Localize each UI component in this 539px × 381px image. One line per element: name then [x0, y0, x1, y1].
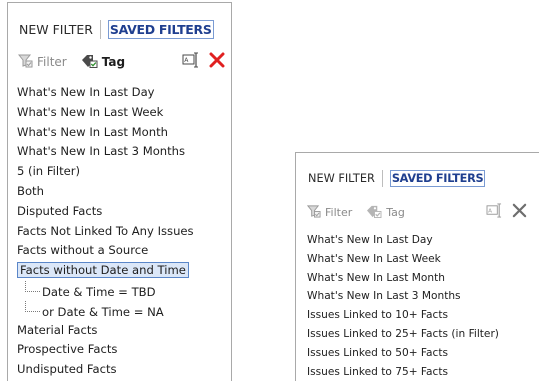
tag-button-label: Tag — [386, 206, 405, 219]
list-item[interactable]: What's New In Last Month — [17, 123, 194, 143]
filter-toolbar: Filter Tag — [17, 53, 125, 71]
list-item-selected[interactable]: Facts without Date and Time — [17, 261, 194, 281]
tab-saved-filters[interactable]: SAVED FILTERS — [107, 20, 214, 39]
toolbar-right-actions: A — [182, 52, 225, 72]
filter-button[interactable]: Filter — [306, 204, 353, 221]
list-item[interactable]: What's New In Last Day — [17, 83, 194, 103]
tag-check-icon — [81, 53, 98, 71]
list-item[interactable]: What's New In Last Month — [307, 269, 499, 288]
list-item[interactable]: What's New In Last 3 Months — [17, 142, 194, 162]
funnel-check-icon — [306, 204, 321, 221]
toolbar-right-actions: A — [486, 203, 527, 222]
tab-new-filter[interactable]: NEW FILTER — [19, 22, 93, 37]
tag-button[interactable]: Tag — [81, 53, 125, 71]
saved-filters-panel-disabled: NEW FILTER SAVED FILTERS Filter Tag A Wh… — [295, 152, 539, 381]
list-item[interactable]: Undisputed Facts — [17, 360, 194, 380]
x-delete-icon[interactable] — [512, 203, 527, 222]
list-item[interactable]: What's New In Last 3 Months — [307, 287, 499, 306]
list-item[interactable]: Disputed Facts — [17, 202, 194, 222]
tag-button-label: Tag — [101, 55, 126, 69]
list-item[interactable]: Facts Not Linked To Any Issues — [17, 222, 194, 242]
svg-text:A: A — [488, 208, 492, 214]
filter-button-label: Filter — [37, 55, 67, 69]
filter-toolbar: Filter Tag — [306, 204, 405, 221]
tab-divider — [99, 20, 101, 39]
saved-filters-panel-enabled: NEW FILTER SAVED FILTERS Filter Tag A Wh… — [7, 2, 232, 381]
rename-field-icon[interactable]: A — [486, 203, 503, 222]
filter-button[interactable]: Filter — [17, 53, 67, 71]
list-item[interactable]: What's New In Last Week — [307, 250, 499, 269]
filter-tabs: NEW FILTER SAVED FILTERS — [308, 170, 486, 187]
x-delete-icon[interactable] — [209, 52, 225, 72]
tab-saved-filters[interactable]: SAVED FILTERS — [389, 170, 486, 187]
rename-field-icon[interactable]: A — [182, 52, 200, 72]
list-item[interactable]: Both — [17, 182, 194, 202]
saved-filter-list: What's New In Last Day What's New In Las… — [17, 83, 194, 380]
list-item[interactable]: What's New In Last Week — [17, 103, 194, 123]
list-item[interactable]: What's New In Last Day — [307, 231, 499, 250]
tab-new-filter[interactable]: NEW FILTER — [308, 172, 375, 185]
tree-connector — [25, 300, 40, 312]
list-item[interactable]: Issues Linked to 75+ Facts — [307, 363, 499, 381]
list-item[interactable]: Issues Linked to 50+ Facts — [307, 344, 499, 363]
tree-connector — [25, 280, 40, 292]
list-item-criterion: Date & Time = TBD — [17, 280, 194, 301]
tag-check-icon — [366, 204, 382, 221]
list-item[interactable]: Issues Linked to 25+ Facts (in Filter) — [307, 325, 499, 344]
list-item[interactable]: Material Facts — [17, 321, 194, 341]
tab-divider — [381, 170, 383, 187]
filter-button-label: Filter — [325, 206, 353, 219]
list-item[interactable]: Facts without a Source — [17, 241, 194, 261]
list-item[interactable]: 5 (in Filter) — [17, 162, 194, 182]
list-item[interactable]: Issues Linked to 10+ Facts — [307, 306, 499, 325]
filter-tabs: NEW FILTER SAVED FILTERS — [19, 20, 214, 39]
funnel-check-icon — [17, 53, 33, 71]
saved-filter-list: What's New In Last Day What's New In Las… — [307, 231, 499, 381]
list-item[interactable]: Prospective Facts — [17, 340, 194, 360]
tag-button[interactable]: Tag — [366, 204, 405, 221]
list-item-criterion: or Date & Time = NA — [17, 300, 194, 321]
